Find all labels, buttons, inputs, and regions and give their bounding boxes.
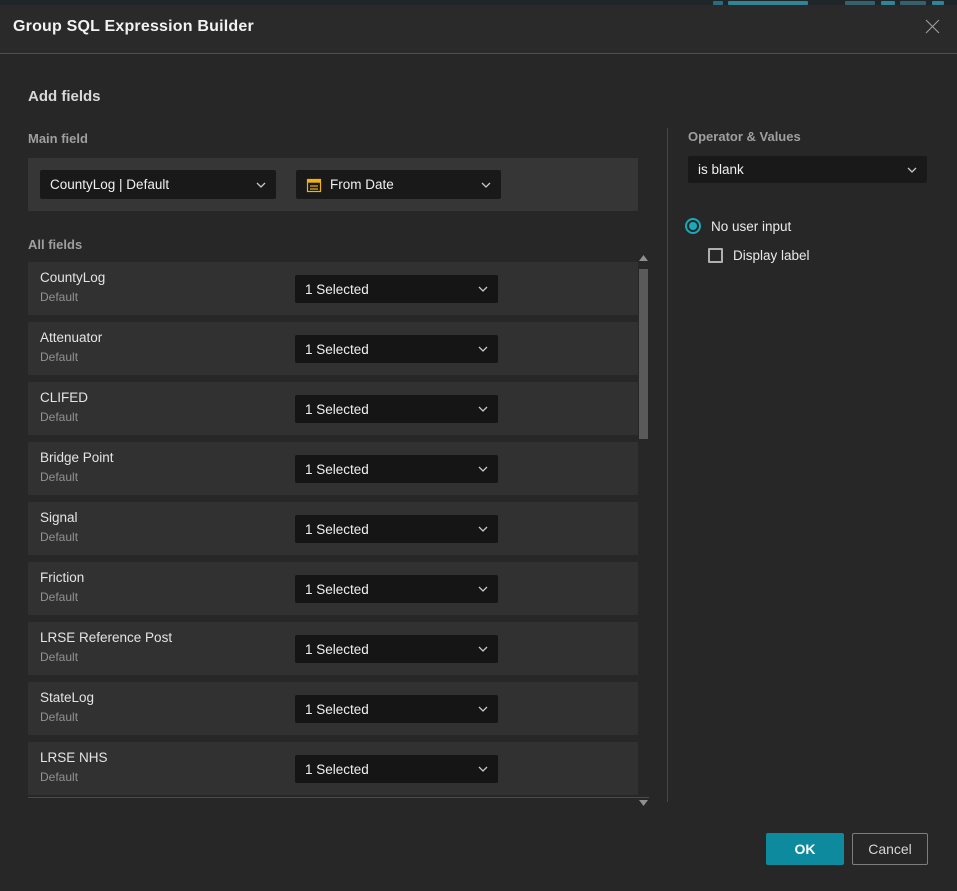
chevron-down-icon [478,526,488,532]
field-type: Default [40,710,78,724]
field-type: Default [40,770,78,784]
no-user-input-label: No user input [711,219,791,234]
no-user-input-radio[interactable]: No user input [685,218,791,234]
chevron-down-icon [478,766,488,772]
radio-dot [689,222,697,230]
panel-divider [667,128,668,802]
main-date-field-select[interactable]: From Date [296,170,501,199]
field-type: Default [40,290,78,304]
sql-expression-builder-dialog: Group SQL Expression Builder Add fields … [0,5,957,891]
field-name: Bridge Point [40,450,114,465]
list-scrollbar[interactable] [638,255,649,807]
field-selection-dropdown[interactable]: 1 Selected [295,455,498,483]
dialog-titlebar: Group SQL Expression Builder [0,5,957,54]
field-name: CLIFED [40,390,88,405]
dialog-title: Group SQL Expression Builder [13,18,254,36]
operator-values-label: Operator & Values [688,129,801,144]
date-field-value: From Date [330,177,394,192]
chevron-down-icon [478,286,488,292]
chevron-down-icon [907,167,917,173]
radio-selected-icon [685,218,701,234]
selection-value: 1 Selected [305,582,369,597]
field-row: LRSE Reference Post Default 1 Selected [28,622,638,675]
chevron-down-icon [481,182,491,188]
checkbox-unchecked-icon [708,248,723,263]
chevron-down-icon [478,406,488,412]
chevron-down-icon [478,346,488,352]
main-field-container: CountyLog | Default From Date [28,158,638,211]
field-name: StateLog [40,690,94,705]
field-type: Default [40,410,78,424]
chevron-down-icon [478,466,488,472]
chevron-down-icon [478,646,488,652]
selection-value: 1 Selected [305,522,369,537]
chevron-down-icon [478,706,488,712]
field-selection-dropdown[interactable]: 1 Selected [295,275,498,303]
scroll-down-icon[interactable] [639,800,648,806]
field-type: Default [40,590,78,604]
field-name: LRSE Reference Post [40,630,172,645]
field-name: Attenuator [40,330,102,345]
selection-value: 1 Selected [305,462,369,477]
field-name: Signal [40,510,78,525]
field-selection-dropdown[interactable]: 1 Selected [295,755,498,783]
calendar-date-icon [306,177,322,193]
selection-value: 1 Selected [305,342,369,357]
field-row: Signal Default 1 Selected [28,502,638,555]
ok-button[interactable]: OK [766,833,844,865]
close-button[interactable] [922,19,942,39]
selection-value: 1 Selected [305,702,369,717]
chevron-down-icon [256,182,266,188]
field-selection-dropdown[interactable]: 1 Selected [295,395,498,423]
main-layer-select[interactable]: CountyLog | Default [40,170,276,199]
layer-select-value: CountyLog | Default [50,177,169,192]
close-icon [924,18,941,40]
selection-value: 1 Selected [305,762,369,777]
add-fields-heading: Add fields [28,88,101,105]
main-field-label: Main field [28,131,88,146]
field-name: CountyLog [40,270,105,285]
selection-value: 1 Selected [305,642,369,657]
operator-value: is blank [698,162,744,177]
field-type: Default [40,650,78,664]
field-selection-dropdown[interactable]: 1 Selected [295,335,498,363]
all-fields-label: All fields [28,237,82,252]
field-row: Bridge Point Default 1 Selected [28,442,638,495]
chevron-down-icon [478,586,488,592]
field-row: Attenuator Default 1 Selected [28,322,638,375]
field-type: Default [40,470,78,484]
display-label-text: Display label [733,248,810,263]
field-type: Default [40,530,78,544]
field-selection-dropdown[interactable]: 1 Selected [295,575,498,603]
field-type: Default [40,350,78,364]
scroll-up-icon[interactable] [639,255,648,261]
screen: Group SQL Expression Builder Add fields … [0,0,957,891]
display-label-checkbox[interactable]: Display label [708,248,810,263]
field-selection-dropdown[interactable]: 1 Selected [295,695,498,723]
field-selection-dropdown[interactable]: 1 Selected [295,515,498,543]
selection-value: 1 Selected [305,402,369,417]
operator-select[interactable]: is blank [688,156,927,183]
selection-value: 1 Selected [305,282,369,297]
field-row: LRSE NHS Default 1 Selected [28,742,638,795]
field-row: Friction Default 1 Selected [28,562,638,615]
field-row: StateLog Default 1 Selected [28,682,638,735]
cancel-button[interactable]: Cancel [852,833,928,865]
field-row: CountyLog Default 1 Selected [28,262,638,315]
field-name: LRSE NHS [40,750,108,765]
field-name: Friction [40,570,84,585]
all-fields-list: CountyLog Default 1 Selected Attenuator … [28,262,638,797]
list-clip-edge [28,797,649,798]
field-selection-dropdown[interactable]: 1 Selected [295,635,498,663]
field-row: CLIFED Default 1 Selected [28,382,638,435]
scrollbar-thumb[interactable] [639,269,648,439]
